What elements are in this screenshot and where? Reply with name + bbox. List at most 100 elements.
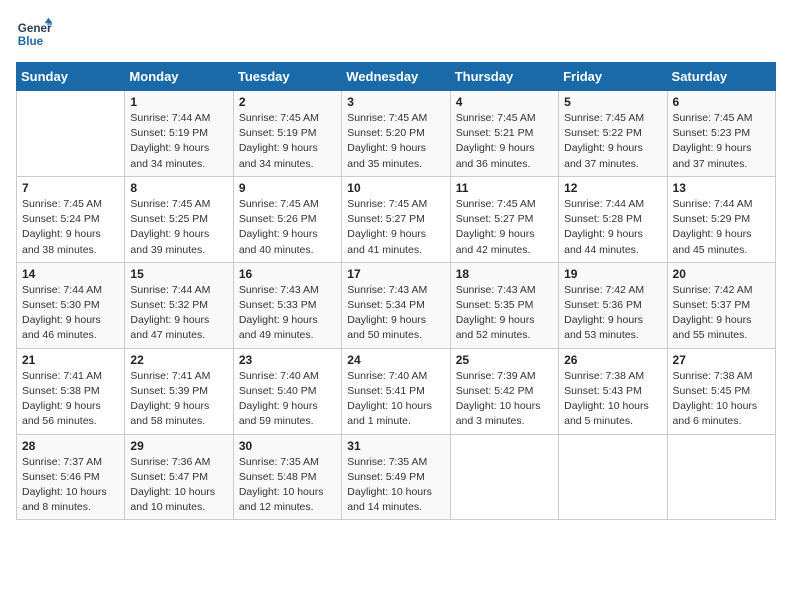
calendar-cell: 2 Sunrise: 7:45 AMSunset: 5:19 PMDaylight… bbox=[233, 91, 341, 177]
calendar-cell bbox=[559, 434, 667, 520]
day-info: Sunrise: 7:36 AMSunset: 5:47 PMDaylight:… bbox=[130, 455, 227, 516]
day-number: 20 bbox=[673, 267, 770, 281]
calendar-cell: 18 Sunrise: 7:43 AMSunset: 5:35 PMDayligh… bbox=[450, 262, 558, 348]
day-number: 27 bbox=[673, 353, 770, 367]
calendar-cell: 6 Sunrise: 7:45 AMSunset: 5:23 PMDaylight… bbox=[667, 91, 775, 177]
day-number: 7 bbox=[22, 181, 119, 195]
calendar-cell: 15 Sunrise: 7:44 AMSunset: 5:32 PMDayligh… bbox=[125, 262, 233, 348]
day-header-friday: Friday bbox=[559, 63, 667, 91]
calendar-cell bbox=[450, 434, 558, 520]
week-row-2: 7 Sunrise: 7:45 AMSunset: 5:24 PMDaylight… bbox=[17, 176, 776, 262]
calendar-cell: 11 Sunrise: 7:45 AMSunset: 5:27 PMDayligh… bbox=[450, 176, 558, 262]
day-number: 17 bbox=[347, 267, 444, 281]
day-number: 11 bbox=[456, 181, 553, 195]
day-info: Sunrise: 7:45 AMSunset: 5:27 PMDaylight:… bbox=[347, 197, 444, 258]
calendar-cell: 1 Sunrise: 7:44 AMSunset: 5:19 PMDaylight… bbox=[125, 91, 233, 177]
page-header: General Blue bbox=[16, 16, 776, 52]
calendar-table: SundayMondayTuesdayWednesdayThursdayFrid… bbox=[16, 62, 776, 520]
day-number: 10 bbox=[347, 181, 444, 195]
day-number: 3 bbox=[347, 95, 444, 109]
day-number: 1 bbox=[130, 95, 227, 109]
calendar-cell: 23 Sunrise: 7:40 AMSunset: 5:40 PMDayligh… bbox=[233, 348, 341, 434]
day-number: 25 bbox=[456, 353, 553, 367]
day-info: Sunrise: 7:43 AMSunset: 5:33 PMDaylight:… bbox=[239, 283, 336, 344]
day-number: 13 bbox=[673, 181, 770, 195]
calendar-cell: 30Sunrise: 7:35 AMSunset: 5:48 PMDayligh… bbox=[233, 434, 341, 520]
calendar-cell: 31Sunrise: 7:35 AMSunset: 5:49 PMDayligh… bbox=[342, 434, 450, 520]
week-row-1: 1 Sunrise: 7:44 AMSunset: 5:19 PMDaylight… bbox=[17, 91, 776, 177]
day-info: Sunrise: 7:44 AMSunset: 5:19 PMDaylight:… bbox=[130, 111, 227, 172]
day-number: 19 bbox=[564, 267, 661, 281]
day-number: 15 bbox=[130, 267, 227, 281]
calendar-header: SundayMondayTuesdayWednesdayThursdayFrid… bbox=[17, 63, 776, 91]
day-info: Sunrise: 7:38 AMSunset: 5:43 PMDaylight:… bbox=[564, 369, 661, 430]
day-info: Sunrise: 7:45 AMSunset: 5:25 PMDaylight:… bbox=[130, 197, 227, 258]
calendar-cell: 10 Sunrise: 7:45 AMSunset: 5:27 PMDayligh… bbox=[342, 176, 450, 262]
day-info: Sunrise: 7:45 AMSunset: 5:20 PMDaylight:… bbox=[347, 111, 444, 172]
day-number: 2 bbox=[239, 95, 336, 109]
day-info: Sunrise: 7:38 AMSunset: 5:45 PMDaylight:… bbox=[673, 369, 770, 430]
day-info: Sunrise: 7:44 AMSunset: 5:28 PMDaylight:… bbox=[564, 197, 661, 258]
calendar-cell: 20 Sunrise: 7:42 AMSunset: 5:37 PMDayligh… bbox=[667, 262, 775, 348]
day-info: Sunrise: 7:45 AMSunset: 5:24 PMDaylight:… bbox=[22, 197, 119, 258]
day-info: Sunrise: 7:41 AMSunset: 5:38 PMDaylight:… bbox=[22, 369, 119, 430]
day-number: 18 bbox=[456, 267, 553, 281]
calendar-cell: 28 Sunrise: 7:37 AMSunset: 5:46 PMDayligh… bbox=[17, 434, 125, 520]
logo-icon: General Blue bbox=[16, 16, 52, 52]
day-number: 8 bbox=[130, 181, 227, 195]
day-number: 28 bbox=[22, 439, 119, 453]
day-info: Sunrise: 7:44 AMSunset: 5:30 PMDaylight:… bbox=[22, 283, 119, 344]
day-info: Sunrise: 7:44 AMSunset: 5:32 PMDaylight:… bbox=[130, 283, 227, 344]
calendar-cell: 7 Sunrise: 7:45 AMSunset: 5:24 PMDaylight… bbox=[17, 176, 125, 262]
day-number: 5 bbox=[564, 95, 661, 109]
calendar-cell: 24 Sunrise: 7:40 AMSunset: 5:41 PMDayligh… bbox=[342, 348, 450, 434]
day-number: 23 bbox=[239, 353, 336, 367]
day-info: Sunrise: 7:43 AMSunset: 5:35 PMDaylight:… bbox=[456, 283, 553, 344]
calendar-cell: 14 Sunrise: 7:44 AMSunset: 5:30 PMDayligh… bbox=[17, 262, 125, 348]
day-number: 6 bbox=[673, 95, 770, 109]
day-number: 9 bbox=[239, 181, 336, 195]
day-info: Sunrise: 7:42 AMSunset: 5:37 PMDaylight:… bbox=[673, 283, 770, 344]
day-info: Sunrise: 7:40 AMSunset: 5:41 PMDaylight:… bbox=[347, 369, 444, 430]
day-info: Sunrise: 7:45 AMSunset: 5:19 PMDaylight:… bbox=[239, 111, 336, 172]
day-info: Sunrise: 7:40 AMSunset: 5:40 PMDaylight:… bbox=[239, 369, 336, 430]
day-header-tuesday: Tuesday bbox=[233, 63, 341, 91]
day-info: Sunrise: 7:37 AMSunset: 5:46 PMDaylight:… bbox=[22, 455, 119, 516]
day-info: Sunrise: 7:45 AMSunset: 5:26 PMDaylight:… bbox=[239, 197, 336, 258]
day-number: 30 bbox=[239, 439, 336, 453]
calendar-cell: 12 Sunrise: 7:44 AMSunset: 5:28 PMDayligh… bbox=[559, 176, 667, 262]
day-number: 29 bbox=[130, 439, 227, 453]
day-number: 24 bbox=[347, 353, 444, 367]
calendar-cell: 19Sunrise: 7:42 AMSunset: 5:36 PMDayligh… bbox=[559, 262, 667, 348]
day-info: Sunrise: 7:45 AMSunset: 5:27 PMDaylight:… bbox=[456, 197, 553, 258]
day-header-saturday: Saturday bbox=[667, 63, 775, 91]
day-info: Sunrise: 7:45 AMSunset: 5:23 PMDaylight:… bbox=[673, 111, 770, 172]
day-number: 31 bbox=[347, 439, 444, 453]
day-header-sunday: Sunday bbox=[17, 63, 125, 91]
day-header-monday: Monday bbox=[125, 63, 233, 91]
day-number: 21 bbox=[22, 353, 119, 367]
calendar-cell: 27 Sunrise: 7:38 AMSunset: 5:45 PMDayligh… bbox=[667, 348, 775, 434]
day-info: Sunrise: 7:44 AMSunset: 5:29 PMDaylight:… bbox=[673, 197, 770, 258]
day-header-thursday: Thursday bbox=[450, 63, 558, 91]
day-number: 14 bbox=[22, 267, 119, 281]
day-info: Sunrise: 7:43 AMSunset: 5:34 PMDaylight:… bbox=[347, 283, 444, 344]
day-header-wednesday: Wednesday bbox=[342, 63, 450, 91]
calendar-cell: 29 Sunrise: 7:36 AMSunset: 5:47 PMDayligh… bbox=[125, 434, 233, 520]
calendar-cell: 3 Sunrise: 7:45 AMSunset: 5:20 PMDaylight… bbox=[342, 91, 450, 177]
calendar-cell: 8 Sunrise: 7:45 AMSunset: 5:25 PMDaylight… bbox=[125, 176, 233, 262]
calendar-cell: 16Sunrise: 7:43 AMSunset: 5:33 PMDayligh… bbox=[233, 262, 341, 348]
calendar-cell: 22Sunrise: 7:41 AMSunset: 5:39 PMDayligh… bbox=[125, 348, 233, 434]
day-number: 26 bbox=[564, 353, 661, 367]
calendar-cell: 26 Sunrise: 7:38 AMSunset: 5:43 PMDayligh… bbox=[559, 348, 667, 434]
day-number: 12 bbox=[564, 181, 661, 195]
calendar-cell: 21 Sunrise: 7:41 AMSunset: 5:38 PMDayligh… bbox=[17, 348, 125, 434]
calendar-cell: 4Sunrise: 7:45 AMSunset: 5:21 PMDaylight… bbox=[450, 91, 558, 177]
day-number: 22 bbox=[130, 353, 227, 367]
day-info: Sunrise: 7:39 AMSunset: 5:42 PMDaylight:… bbox=[456, 369, 553, 430]
calendar-cell bbox=[667, 434, 775, 520]
svg-text:Blue: Blue bbox=[18, 35, 44, 48]
week-row-5: 28 Sunrise: 7:37 AMSunset: 5:46 PMDayligh… bbox=[17, 434, 776, 520]
day-info: Sunrise: 7:45 AMSunset: 5:21 PMDaylight:… bbox=[456, 111, 553, 172]
svg-text:General: General bbox=[18, 22, 52, 35]
